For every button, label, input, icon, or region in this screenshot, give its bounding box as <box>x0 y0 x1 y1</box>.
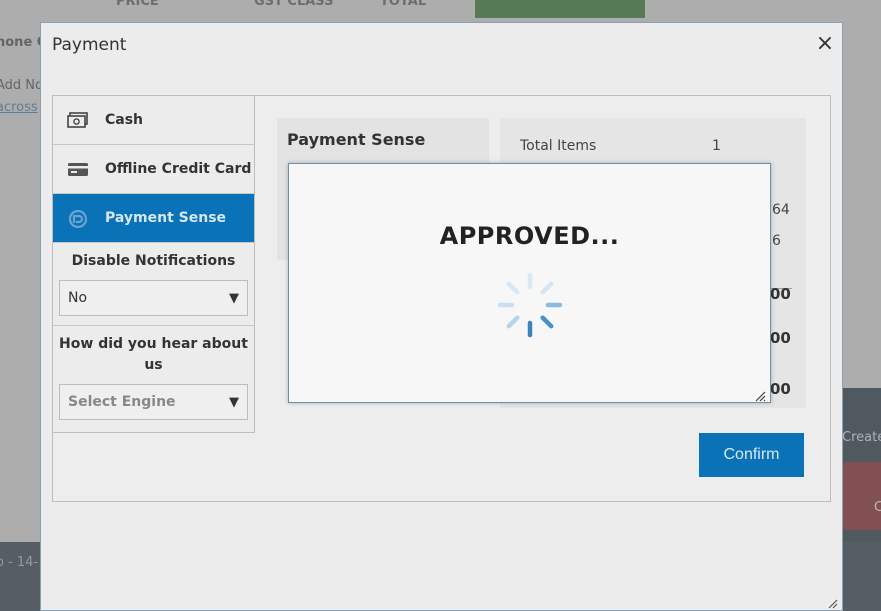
payment-method-menu: Cash Offline Credit Card Payment Sense D… <box>53 96 255 433</box>
close-icon[interactable]: × <box>814 31 836 56</box>
credit-card-icon <box>67 161 89 177</box>
chevron-down-icon: ▼ <box>229 394 239 410</box>
disable-notifications-select[interactable]: No ▼ <box>59 280 248 316</box>
menu-item-cash[interactable]: Cash <box>53 96 254 145</box>
payment-sense-icon <box>67 209 89 229</box>
summary-amount-3: 00 <box>770 380 791 398</box>
approval-dialog: APPROVED... <box>288 163 771 403</box>
resize-grip-icon[interactable] <box>826 594 838 609</box>
disable-notifications-label: Disable Notifications <box>71 253 236 269</box>
menu-item-offline-credit-card-label: Offline Credit Card <box>105 161 252 177</box>
cash-icon <box>67 112 89 128</box>
referral-engine-select[interactable]: Select Engine ▼ <box>59 384 248 420</box>
chevron-down-icon: ▼ <box>229 290 239 306</box>
loading-spinner-icon <box>495 270 565 340</box>
summary-partial-value-1: 64 <box>772 202 790 218</box>
menu-item-cash-label: Cash <box>105 112 144 128</box>
summary-amount-1: 00 <box>770 285 791 303</box>
menu-item-payment-sense-label: Payment Sense <box>105 210 227 226</box>
summary-amount-2: 00 <box>770 329 791 347</box>
total-items-value: 1 <box>712 138 721 154</box>
dialog-resize-grip-icon[interactable] <box>754 387 766 402</box>
menu-item-offline-credit-card[interactable]: Offline Credit Card <box>53 145 254 194</box>
referral-engine-placeholder: Select Engine <box>68 394 176 410</box>
summary-partial-value-2: 6 <box>772 233 781 249</box>
referral-label: How did you hear about us <box>59 336 248 373</box>
total-items-label: Total Items <box>520 138 597 154</box>
confirm-button[interactable]: Confirm <box>699 433 804 477</box>
approval-message: APPROVED... <box>439 222 620 250</box>
disable-notifications-value: No <box>68 290 88 306</box>
payment-method-title: Payment Sense <box>287 130 426 149</box>
menu-item-payment-sense[interactable]: Payment Sense <box>53 194 254 243</box>
window-title: Payment <box>52 35 127 55</box>
